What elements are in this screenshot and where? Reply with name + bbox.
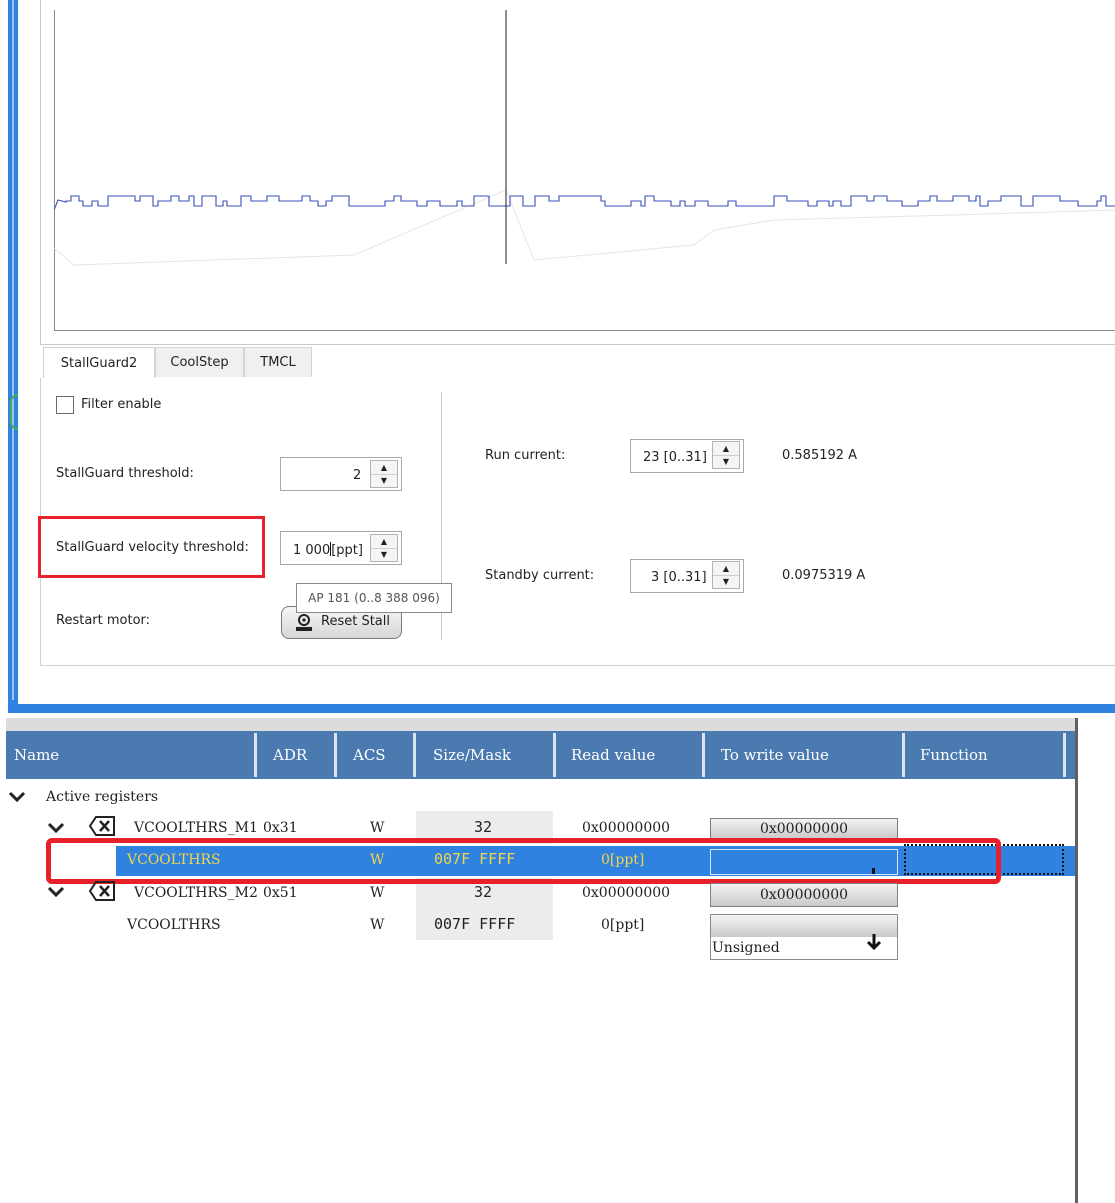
register-field-read-value: 0[ppt] <box>601 917 645 933</box>
register-table-pane <box>0 713 1115 1203</box>
chevron-down-icon[interactable] <box>47 885 65 899</box>
column-separator[interactable] <box>254 733 257 777</box>
column-header-to-write-value[interactable]: To write value <box>713 731 901 779</box>
arrow-up-icon[interactable]: ▲ <box>371 535 397 549</box>
stallguard-velocity-threshold-value[interactable]: 1 000[ppt] <box>293 542 363 558</box>
chevron-down-icon[interactable] <box>47 821 65 835</box>
run-current-label: Run current: <box>485 448 566 463</box>
register-acs: W <box>370 885 385 901</box>
tab-label: TMCL <box>260 355 296 370</box>
tab-label: CoolStep <box>170 355 229 370</box>
window-left-edge-highlight <box>12 0 14 700</box>
run-current-value[interactable]: 23 [0..31] <box>643 450 707 465</box>
graph-trace-secondary <box>54 189 1115 266</box>
column-header-size-mask[interactable]: Size/Mask <box>425 731 553 779</box>
reset-stall-label: Reset Stall <box>321 614 390 629</box>
arrow-up-icon[interactable]: ▲ <box>371 461 397 475</box>
reset-stall-icon <box>296 614 312 631</box>
column-separator[interactable] <box>1063 733 1066 777</box>
graph-trace-stallguard <box>54 195 1115 211</box>
column-header-name[interactable]: Name <box>6 731 254 779</box>
column-header-read-value[interactable]: Read value <box>563 731 701 779</box>
tab-stallguard2[interactable]: StallGuard2 <box>43 347 155 379</box>
tab-tmcl[interactable]: TMCL <box>244 347 312 377</box>
restart-motor-label: Restart motor: <box>56 613 151 628</box>
column-header-acs[interactable]: ACS <box>345 731 413 779</box>
register-size: 32 <box>474 883 493 901</box>
register-acs: W <box>370 820 385 836</box>
window-bottom-edge <box>8 704 1115 713</box>
register-adr: 0x31 <box>263 820 298 836</box>
stallguard-threshold-label: StallGuard threshold: <box>56 466 194 481</box>
delete-register-icon[interactable] <box>88 880 116 902</box>
status-indicator <box>10 394 18 430</box>
table-top-border <box>6 718 1077 732</box>
velocity-value-number: 1 000 <box>293 543 331 558</box>
group-label-active-registers: Active registers <box>46 789 159 805</box>
filter-enable-checkbox[interactable] <box>56 396 74 414</box>
velocity-value-unit: [ppt] <box>331 543 363 558</box>
register-name: VCOOLTHRS_M2 <box>134 885 258 901</box>
register-read-value: 0x00000000 <box>582 820 671 836</box>
table-right-border <box>1075 718 1078 1203</box>
register-field-acs: W <box>370 917 385 933</box>
run-current-amps: 0.585192 A <box>782 448 858 463</box>
register-field-name: VCOOLTHRS <box>127 917 221 933</box>
stallguard-velocity-threshold-stepper[interactable]: ▲ ▼ <box>370 534 398 562</box>
register-read-value: 0x00000000 <box>582 885 671 901</box>
tab-coolstep[interactable]: CoolStep <box>155 347 244 377</box>
write-value-button[interactable]: 0x00000000 <box>710 818 898 840</box>
run-current-stepper[interactable]: ▲ ▼ <box>712 441 740 469</box>
arrow-down-icon[interactable]: ▼ <box>713 455 739 468</box>
standby-current-value[interactable]: 3 [0..31] <box>651 570 707 585</box>
chevron-down-icon[interactable] <box>8 790 26 804</box>
arrow-down-icon[interactable]: ▼ <box>371 474 397 487</box>
register-name: VCOOLTHRS_M1 <box>134 820 258 836</box>
column-separator[interactable] <box>334 733 337 777</box>
stallguard-graph <box>54 10 1115 266</box>
standby-current-stepper[interactable]: ▲ ▼ <box>712 561 740 589</box>
register-adr: 0x51 <box>263 885 298 901</box>
number-format-value[interactable]: Unsigned <box>712 940 780 956</box>
tab-label: StallGuard2 <box>60 356 138 371</box>
standby-current-label: Standby current: <box>485 568 595 583</box>
arrow-up-icon[interactable]: ▲ <box>713 562 739 576</box>
column-header-function[interactable]: Function <box>912 731 1062 779</box>
filter-enable-label: Filter enable <box>81 397 162 412</box>
column-separator[interactable] <box>902 733 905 777</box>
column-header-adr[interactable]: ADR <box>265 731 333 779</box>
stallguard-threshold-stepper[interactable]: ▲ ▼ <box>370 460 398 488</box>
register-size: 32 <box>474 818 493 836</box>
write-value-button[interactable]: 0x00000000 <box>710 883 898 907</box>
arrow-up-icon[interactable]: ▲ <box>713 442 739 456</box>
velocity-threshold-tooltip: AP 181 (0..8 388 096) <box>296 583 452 613</box>
annotation-highlight-velocity-label <box>38 516 265 578</box>
standby-current-amps: 0.0975319 A <box>782 568 866 583</box>
arrow-down-icon[interactable]: ▼ <box>713 575 739 588</box>
arrow-down-icon[interactable]: ▼ <box>371 548 397 561</box>
column-separator[interactable] <box>413 733 416 777</box>
column-separator[interactable] <box>702 733 705 777</box>
register-field-mask: 007F FFFF <box>434 915 516 933</box>
column-separator[interactable] <box>553 733 556 777</box>
stallguard-threshold-value[interactable]: 2 <box>353 468 361 483</box>
arrow-down-icon[interactable] <box>866 933 882 951</box>
delete-register-icon[interactable] <box>88 815 116 837</box>
